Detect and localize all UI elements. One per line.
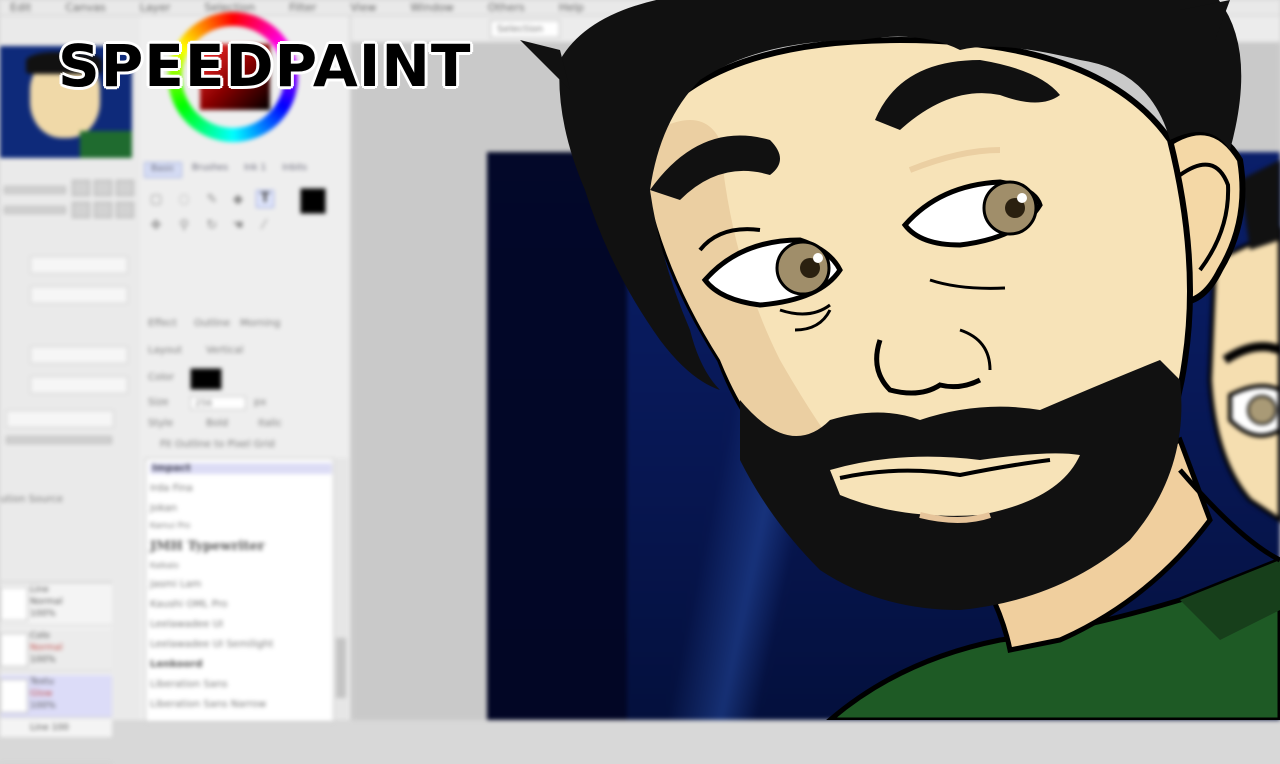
highlight-left <box>813 253 823 263</box>
speedpaint-title: SPEEDPAINT <box>58 32 472 100</box>
layer-name: Line 100 <box>30 723 69 733</box>
highlight-right <box>1017 193 1027 203</box>
layer-row[interactable]: Line 100 <box>0 721 112 764</box>
character-illustration <box>520 0 1280 720</box>
